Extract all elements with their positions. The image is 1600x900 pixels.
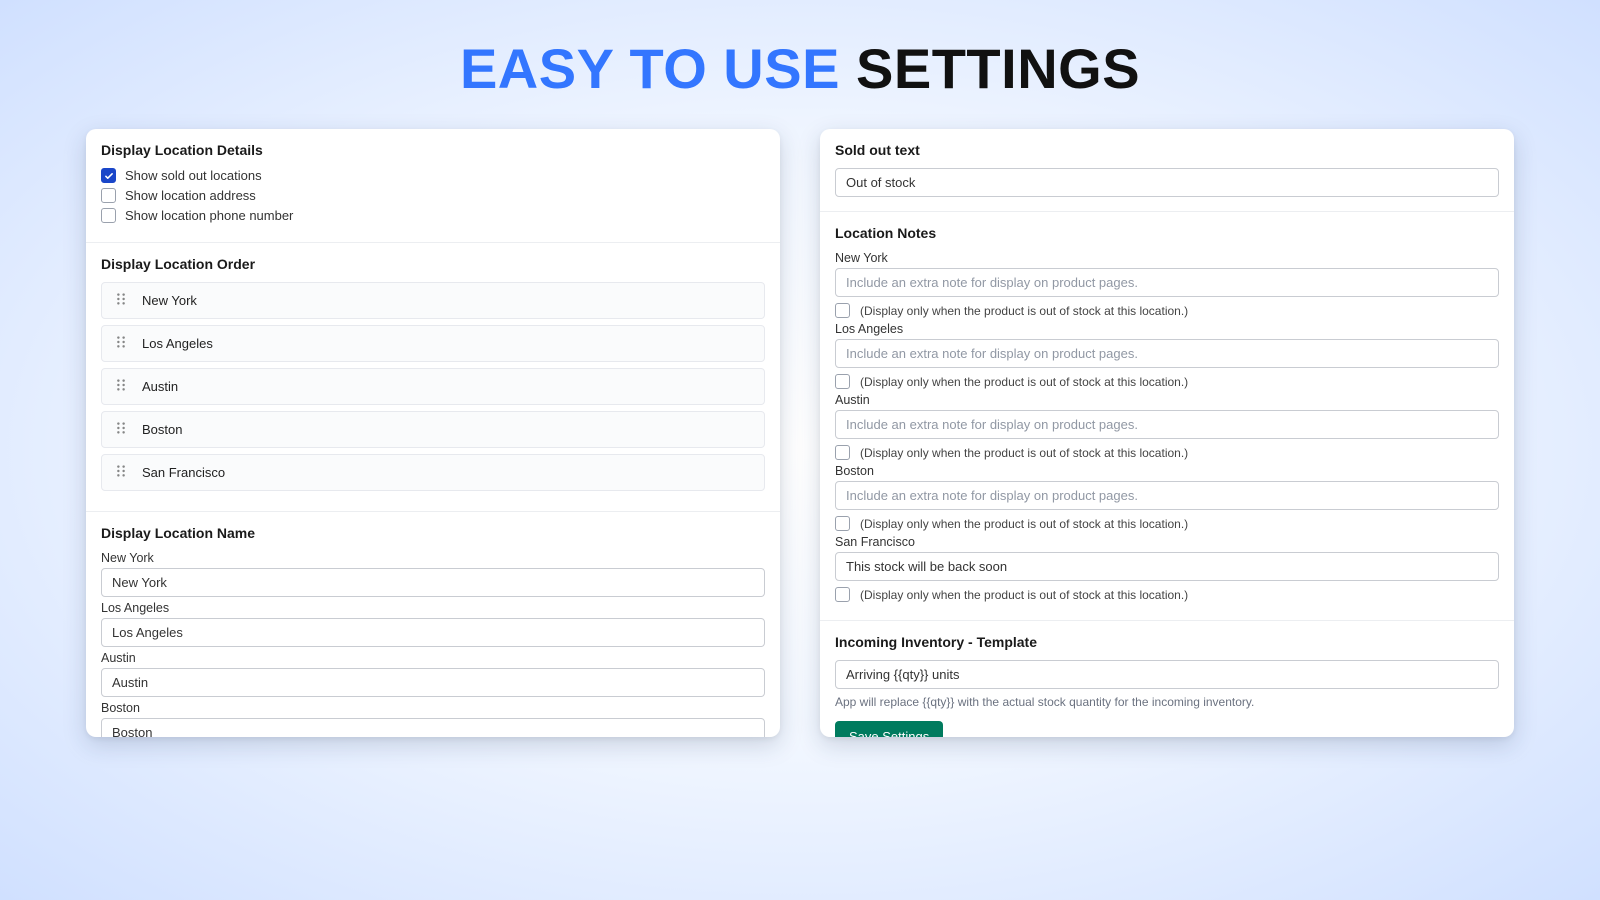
checkbox-icon[interactable]	[835, 516, 850, 531]
display-location-name-section: Display Location Name New York Los Angele…	[86, 512, 780, 737]
location-name-label: Los Angeles	[101, 601, 765, 615]
location-name-label: Austin	[101, 651, 765, 665]
note-input[interactable]	[835, 268, 1499, 297]
checkbox-icon[interactable]	[835, 374, 850, 389]
note-input[interactable]	[835, 552, 1499, 581]
option-label: Show location address	[125, 188, 256, 203]
option-label: Show location phone number	[125, 208, 293, 223]
note-display-only-row[interactable]: (Display only when the product is out of…	[835, 374, 1499, 389]
location-order-item[interactable]: New York	[101, 282, 765, 319]
checkbox-icon[interactable]	[101, 208, 116, 223]
location-name-input[interactable]	[101, 568, 765, 597]
section-title: Display Location Details	[101, 142, 765, 158]
detail-option[interactable]: Show sold out locations	[101, 168, 765, 183]
note-display-only-row[interactable]: (Display only when the product is out of…	[835, 445, 1499, 460]
sold-out-text-input[interactable]	[835, 168, 1499, 197]
left-panel: Display Location Details Show sold out l…	[86, 129, 780, 737]
sold-out-text-section: Sold out text	[820, 129, 1514, 212]
checkbox-icon[interactable]	[835, 303, 850, 318]
note-display-only-label: (Display only when the product is out of…	[860, 304, 1188, 318]
drag-handle-icon[interactable]	[114, 464, 128, 481]
note-display-only-label: (Display only when the product is out of…	[860, 517, 1188, 531]
location-notes-section: Location Notes New York (Display only whe…	[820, 212, 1514, 621]
note-display-only-label: (Display only when the product is out of…	[860, 446, 1188, 460]
note-display-only-row[interactable]: (Display only when the product is out of…	[835, 303, 1499, 318]
location-order-item[interactable]: Austin	[101, 368, 765, 405]
drag-handle-icon[interactable]	[114, 335, 128, 352]
title-rest: SETTINGS	[856, 37, 1140, 100]
incoming-hint: App will replace {{qty}} with the actual…	[835, 695, 1499, 709]
location-name: New York	[142, 293, 197, 308]
location-name-input[interactable]	[101, 718, 765, 737]
note-location-label: Austin	[835, 393, 1499, 407]
detail-option[interactable]: Show location phone number	[101, 208, 765, 223]
location-name-input[interactable]	[101, 618, 765, 647]
section-title: Location Notes	[835, 225, 1499, 241]
location-order-item[interactable]: Los Angeles	[101, 325, 765, 362]
section-title: Sold out text	[835, 142, 1499, 158]
note-display-only-row[interactable]: (Display only when the product is out of…	[835, 516, 1499, 531]
note-input[interactable]	[835, 410, 1499, 439]
checkbox-icon[interactable]	[101, 168, 116, 183]
checkbox-icon[interactable]	[835, 445, 850, 460]
display-location-details-section: Display Location Details Show sold out l…	[86, 129, 780, 243]
location-name: Austin	[142, 379, 178, 394]
section-title: Display Location Name	[101, 525, 765, 541]
section-title: Incoming Inventory - Template	[835, 634, 1499, 650]
note-display-only-label: (Display only when the product is out of…	[860, 588, 1188, 602]
location-name: Boston	[142, 422, 182, 437]
note-location-label: Boston	[835, 464, 1499, 478]
drag-handle-icon[interactable]	[114, 292, 128, 309]
detail-option[interactable]: Show location address	[101, 188, 765, 203]
location-name: Los Angeles	[142, 336, 213, 351]
incoming-inventory-section: Incoming Inventory - Template App will r…	[820, 621, 1514, 737]
save-settings-button[interactable]: Save Settings	[835, 721, 943, 737]
incoming-template-input[interactable]	[835, 660, 1499, 689]
display-location-order-section: Display Location Order New York Los Angel…	[86, 243, 780, 512]
note-location-label: New York	[835, 251, 1499, 265]
location-name-input[interactable]	[101, 668, 765, 697]
drag-handle-icon[interactable]	[114, 378, 128, 395]
location-order-item[interactable]: Boston	[101, 411, 765, 448]
checkbox-icon[interactable]	[101, 188, 116, 203]
checkbox-icon[interactable]	[835, 587, 850, 602]
location-name-label: Boston	[101, 701, 765, 715]
note-location-label: San Francisco	[835, 535, 1499, 549]
location-name: San Francisco	[142, 465, 225, 480]
title-accent: EASY TO USE	[460, 37, 840, 100]
note-location-label: Los Angeles	[835, 322, 1499, 336]
right-panel: Sold out text Location Notes New York (Di…	[820, 129, 1514, 737]
note-display-only-label: (Display only when the product is out of…	[860, 375, 1188, 389]
note-input[interactable]	[835, 481, 1499, 510]
page-title: EASY TO USE SETTINGS	[0, 0, 1600, 111]
drag-handle-icon[interactable]	[114, 421, 128, 438]
note-display-only-row[interactable]: (Display only when the product is out of…	[835, 587, 1499, 602]
location-order-item[interactable]: San Francisco	[101, 454, 765, 491]
option-label: Show sold out locations	[125, 168, 262, 183]
note-input[interactable]	[835, 339, 1499, 368]
location-name-label: New York	[101, 551, 765, 565]
section-title: Display Location Order	[101, 256, 765, 272]
